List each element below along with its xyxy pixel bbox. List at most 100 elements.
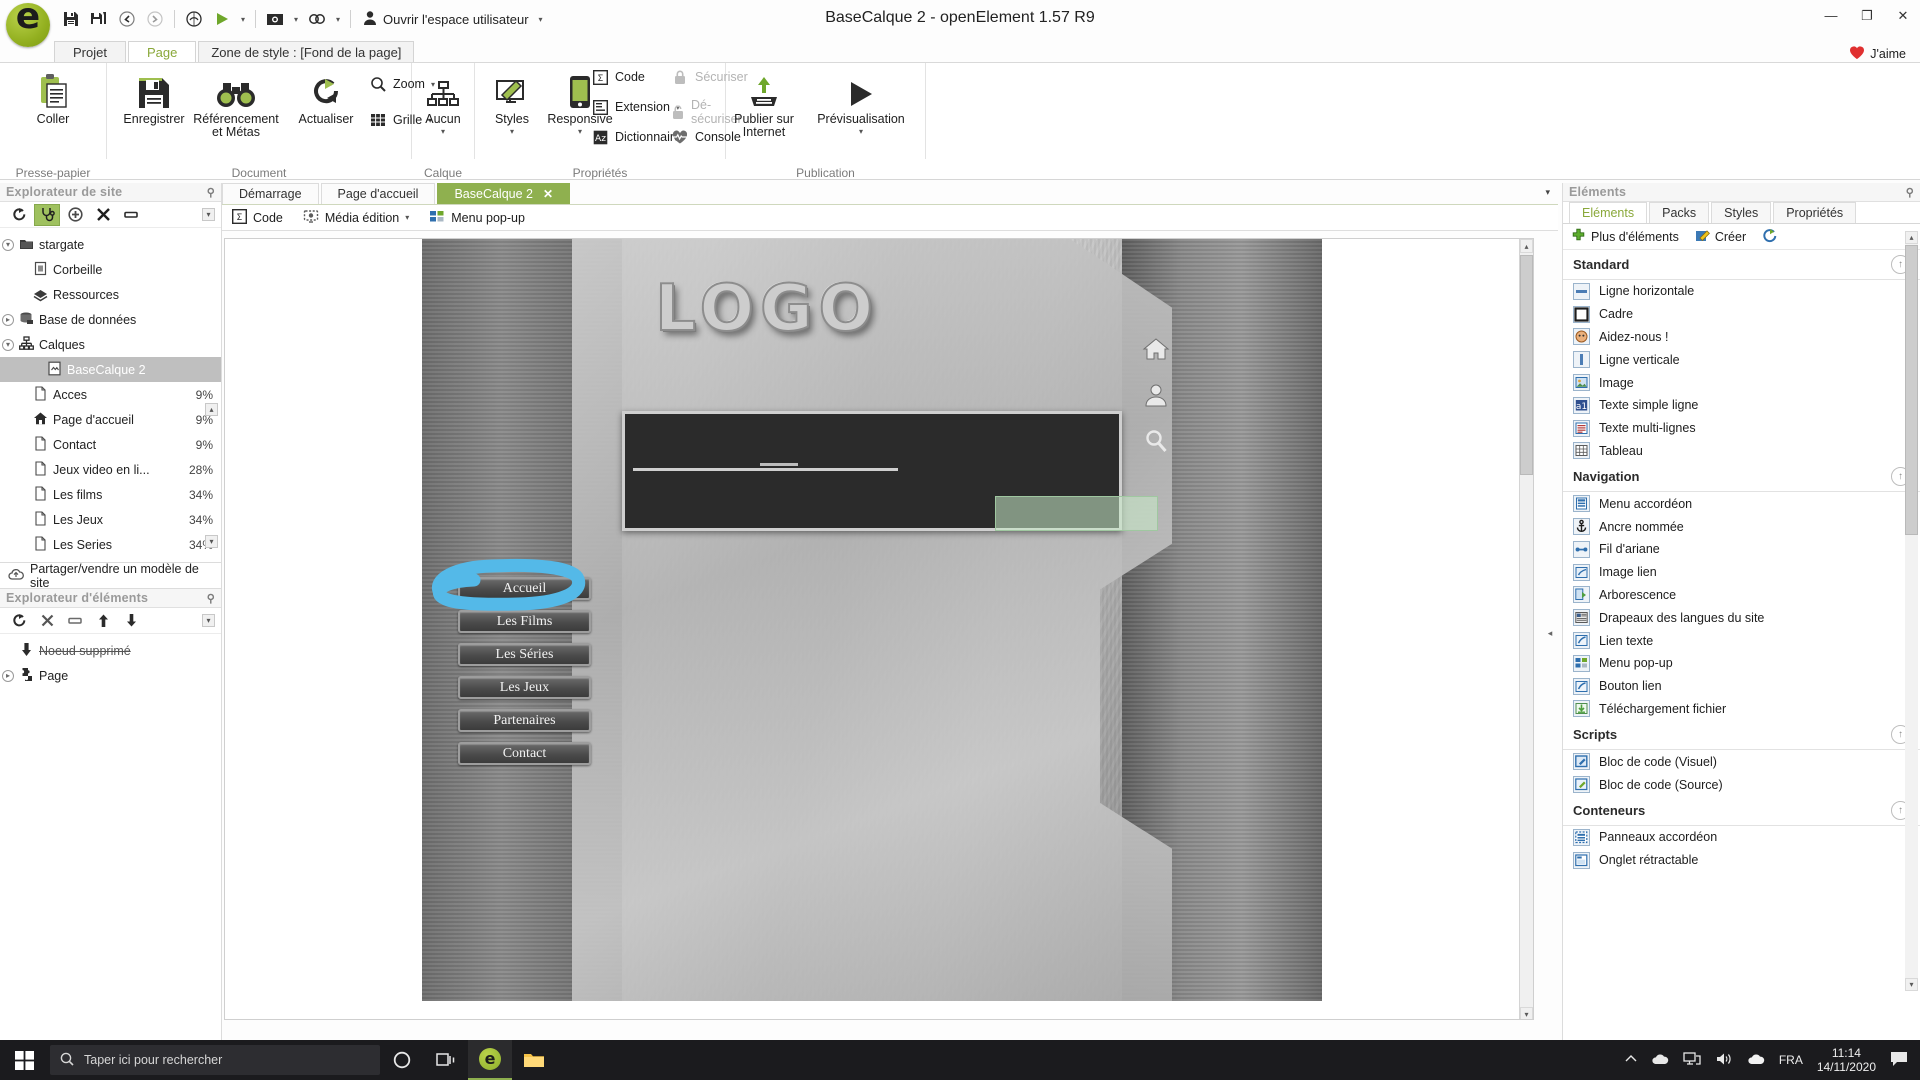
- search-icon[interactable]: [1136, 421, 1176, 461]
- document-tab[interactable]: BaseCalque 2 ✕: [437, 183, 571, 204]
- delete-icon[interactable]: [90, 204, 116, 226]
- network-icon[interactable]: [1683, 1051, 1701, 1069]
- chevron-up-icon[interactable]: [1625, 1053, 1637, 1067]
- site-nav-button[interactable]: Contact: [458, 742, 591, 765]
- elements-list-scrollbar[interactable]: ▴ ▾: [1905, 231, 1918, 991]
- element-list-item[interactable]: Bouton lien: [1563, 675, 1920, 698]
- pin-icon[interactable]: ⚲: [207, 592, 215, 605]
- onedrive-icon[interactable]: [1651, 1053, 1669, 1068]
- canvas-vertical-scrollbar[interactable]: ▴ ▾: [1519, 239, 1533, 1019]
- element-list-item[interactable]: Aidez-nous !: [1563, 326, 1920, 349]
- elements-section-header[interactable]: Scripts ↑: [1563, 720, 1920, 751]
- site-nav-button[interactable]: Accueil: [458, 577, 591, 600]
- element-list-item[interactable]: Menu accordéon: [1563, 492, 1920, 515]
- site-tree-row[interactable]: Corbeille: [0, 257, 221, 282]
- element-list-item[interactable]: a1 Texte simple ligne: [1563, 394, 1920, 417]
- publish-button[interactable]: Publier sur Internet: [721, 67, 807, 139]
- volume-icon[interactable]: [1715, 1052, 1733, 1069]
- site-tree-row[interactable]: ▾ Calques: [0, 332, 221, 357]
- site-nav-button[interactable]: Les Jeux: [458, 676, 591, 699]
- element-list-item[interactable]: Arborescence: [1563, 584, 1920, 607]
- language-indicator[interactable]: FRA: [1779, 1053, 1803, 1067]
- element-tree-row[interactable]: Noeud supprimé: [0, 638, 221, 663]
- site-tree-row[interactable]: Jeux video en li... 28%: [0, 457, 221, 482]
- task-view-icon[interactable]: [424, 1040, 468, 1080]
- elements-scroll-thumb[interactable]: [1905, 245, 1918, 535]
- preview-caret[interactable]: ▾: [859, 127, 863, 136]
- site-explorer-options-icon[interactable]: ▾: [202, 208, 215, 221]
- home-icon[interactable]: [1136, 329, 1176, 369]
- openelement-taskbar-icon[interactable]: e: [468, 1040, 512, 1080]
- doc-media-button[interactable]: Média édition ▾: [303, 209, 409, 227]
- site-tree-scroll-down[interactable]: ▾: [205, 535, 218, 548]
- rename-icon[interactable]: [118, 204, 144, 226]
- panel-splitter[interactable]: ◂: [1546, 620, 1554, 646]
- site-tree-row[interactable]: Acces 9%: [0, 382, 221, 407]
- minimize-button[interactable]: —: [1820, 8, 1842, 24]
- elements-section-header[interactable]: Standard ↑: [1563, 250, 1920, 280]
- elements-scroll-down[interactable]: ▾: [1905, 978, 1918, 991]
- site-tree-row[interactable]: Page d'accueil 9%: [0, 407, 221, 432]
- site-nav-button[interactable]: Les Films: [458, 610, 591, 633]
- start-button[interactable]: [0, 1040, 48, 1080]
- element-explorer-options-icon[interactable]: ▾: [202, 614, 215, 627]
- notification-icon[interactable]: [1890, 1051, 1908, 1070]
- doc-media-caret[interactable]: ▾: [405, 213, 409, 222]
- site-nav-button[interactable]: Les Séries: [458, 643, 591, 666]
- element-list-item[interactable]: Fil d'ariane: [1563, 538, 1920, 561]
- document-tabs-overflow-caret[interactable]: ▾: [1545, 187, 1550, 198]
- element-list-item[interactable]: Panneaux accordéon: [1563, 826, 1920, 849]
- element-list-item[interactable]: Ancre nommée: [1563, 515, 1920, 538]
- elements-section-header[interactable]: Navigation ↑: [1563, 462, 1920, 493]
- pin-icon[interactable]: ⚲: [1906, 186, 1914, 199]
- tree-expander-icon[interactable]: ▸: [0, 313, 16, 326]
- element-list-item[interactable]: Ligne horizontale: [1563, 280, 1920, 303]
- scroll-up-arrow[interactable]: ▴: [1520, 239, 1533, 253]
- save-button[interactable]: Enregistrer: [111, 67, 197, 126]
- more-elements-button[interactable]: Plus d'éléments: [1571, 228, 1679, 246]
- element-list-item[interactable]: Téléchargement fichier: [1563, 698, 1920, 721]
- preview-button[interactable]: Prévisualisation ▾: [806, 67, 916, 136]
- move-down-icon[interactable]: [118, 610, 144, 632]
- document-tab[interactable]: Démarrage: [222, 183, 319, 204]
- site-tree-row[interactable]: Contact 9%: [0, 432, 221, 457]
- site-tree-row[interactable]: Les Series 34%: [0, 532, 221, 557]
- site-tree-row[interactable]: ▾ stargate: [0, 232, 221, 257]
- styles-caret[interactable]: ▾: [510, 127, 514, 136]
- ribbon-tab-projet[interactable]: Projet: [54, 41, 126, 63]
- element-list-item[interactable]: Onglet rétractable: [1563, 849, 1920, 872]
- doc-code-button[interactable]: Σ Code: [231, 208, 283, 227]
- clock[interactable]: 11:14 14/11/2020: [1817, 1046, 1876, 1074]
- elements-scroll-up[interactable]: ▴: [1905, 231, 1918, 244]
- rename-icon[interactable]: [62, 610, 88, 632]
- file-explorer-icon[interactable]: [512, 1040, 556, 1080]
- doc-popup-menu-button[interactable]: Menu pop-up: [429, 209, 525, 227]
- site-tree-row[interactable]: Ressources: [0, 282, 221, 307]
- maximize-button[interactable]: ❐: [1856, 8, 1878, 24]
- refresh-button[interactable]: Actualiser: [283, 67, 369, 126]
- refresh-elements-button[interactable]: [1762, 228, 1778, 246]
- move-up-icon[interactable]: [90, 610, 116, 632]
- element-list-item[interactable]: Menu pop-up: [1563, 652, 1920, 675]
- element-list-item[interactable]: Ligne verticale: [1563, 348, 1920, 371]
- add-icon[interactable]: [62, 204, 88, 226]
- paste-button[interactable]: Coller: [10, 67, 96, 126]
- site-tree-row[interactable]: ▸ Base de données: [0, 307, 221, 332]
- tree-expander-icon[interactable]: ▾: [0, 238, 16, 251]
- tree-expander-icon[interactable]: ▸: [0, 669, 16, 682]
- refresh-icon[interactable]: [6, 204, 32, 226]
- scroll-down-arrow[interactable]: ▾: [1520, 1007, 1533, 1019]
- elements-panel-tab[interactable]: Eléments: [1569, 202, 1648, 223]
- cloud-icon[interactable]: [1747, 1053, 1765, 1068]
- elements-panel-tab[interactable]: Styles: [1711, 202, 1772, 223]
- tree-expander-icon[interactable]: ▾: [0, 338, 16, 351]
- pin-icon[interactable]: ⚲: [207, 186, 215, 199]
- share-template-row[interactable]: Partager/vendre un modèle de site: [0, 562, 221, 590]
- element-list-item[interactable]: Cadre: [1563, 303, 1920, 326]
- layer-none-caret[interactable]: ▾: [441, 127, 445, 136]
- document-tab[interactable]: Page d'accueil: [320, 183, 436, 204]
- element-list-item[interactable]: Image lien: [1563, 561, 1920, 584]
- site-tree-scroll-up[interactable]: ▴: [205, 403, 218, 416]
- create-element-button[interactable]: Créer: [1695, 228, 1746, 246]
- page-canvas[interactable]: LOGO Accueil Les Films Les Séries Les Je…: [224, 238, 1534, 1020]
